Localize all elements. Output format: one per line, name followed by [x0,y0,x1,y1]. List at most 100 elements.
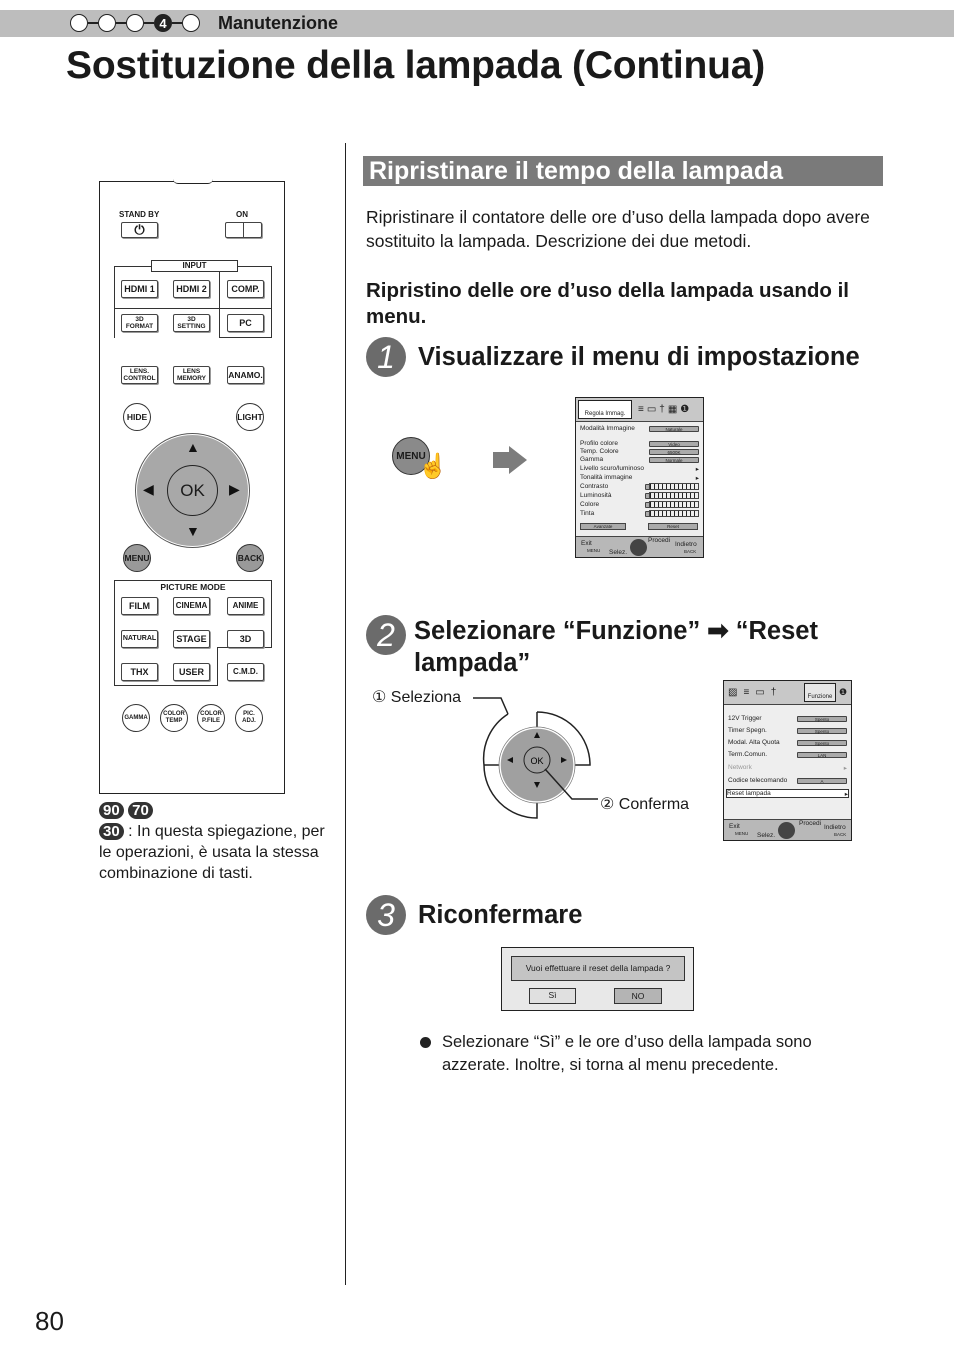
gamma-button[interactable]: GAMMA [122,704,150,732]
step-3-heading: 3 Riconfermare [366,895,582,935]
osd-row-value: LAN [797,751,847,758]
subheading: Ripristino delle ore d’uso della lampada… [366,279,849,328]
osd-reset-button[interactable]: Reset [648,523,698,530]
step-number: 2 [366,615,406,655]
osd-row-value: Video [649,440,699,447]
hdmi1-button[interactable]: HDMI 1 [121,280,158,298]
osd-footer: Exit MENU Selez. Procedi Indietro BACK [576,536,703,557]
osd-row[interactable]: Modalità Immagine Naturale [580,424,699,433]
osd-row[interactable]: Livello scuro/luminoso ▸ [580,464,699,473]
osd-advanced-button[interactable]: Avanzate [580,523,626,530]
osd-row-value: Normale [649,456,699,463]
3d-format-button[interactable]: 3D FORMAT [121,314,158,332]
osd-tab-function[interactable]: Funzione [804,683,836,702]
osd-row[interactable]: Gamma Normale [580,455,699,464]
dpad-diagram: OK [473,697,598,819]
left-arrow-icon[interactable]: ◀ [143,481,154,498]
section-heading: Ripristinare il tempo della lampada [363,156,883,186]
film-button[interactable]: FILM [121,597,158,615]
osd-row-value: Spento [797,727,847,734]
osd-slider[interactable] [649,501,699,508]
osd-row-label: Temp. Colore [580,448,619,455]
osd-tab-picture[interactable]: Regola Immag. [578,400,632,419]
step-dot [98,14,116,32]
color-pfile-button[interactable]: COLOR P.FILE [197,704,225,732]
osd-picture-adjust: Regola Immag. ≡▭†▦❶ Modalità Immagine Nat… [575,397,704,558]
3d-setting-button[interactable]: 3D SETTING [173,314,210,332]
hdmi2-button[interactable]: HDMI 2 [173,280,210,298]
anime-button[interactable]: ANIME [227,597,264,615]
cinema-button[interactable]: CINEMA [173,597,210,615]
hide-button[interactable]: HIDE [123,403,151,431]
osd-row-value: ▸ [843,764,847,772]
step-title: Riconfermare [418,901,583,929]
pc-button[interactable]: PC [227,314,264,332]
column-divider [345,143,346,1285]
confirm-dialog: Vuoi effettuare il reset della lampada ?… [501,947,694,1011]
dialog-no-button[interactable]: NO [614,988,662,1004]
cmd-button[interactable]: C.M.D. [227,663,264,681]
osd-row-label: Tinta [580,510,595,517]
stage-button[interactable]: STAGE [173,630,210,648]
osd-row-label: Profilo colore [580,440,618,447]
step-1-heading: 1 Visualizzare il menu di impostazione [366,337,860,377]
power-icon: ⏻ [134,222,145,237]
osd-row-label: Luminosità [580,492,612,499]
osd-row[interactable]: Network ▸ [728,763,847,772]
light-button[interactable]: LIGHT [236,403,264,431]
step-title: Selezionare “Funzione” ➡ “Reset lampada” [414,617,818,677]
on-button[interactable] [225,222,262,238]
osd-row[interactable]: Term.Comun. LAN [728,750,847,759]
natural-button[interactable]: NATURAL [121,630,158,648]
osd-row[interactable]: Reset lampada ▸ [726,789,849,798]
osd-row[interactable]: Tonalità immagine ▸ [580,473,699,482]
osd-slider[interactable] [649,510,699,517]
osd-row[interactable]: Timer Spegn. Spento [728,726,847,735]
user-button[interactable]: USER [173,663,210,681]
anamo-button[interactable]: ANAMO. [227,366,264,384]
right-arrow-icon[interactable]: ▶ [229,481,240,498]
down-arrow-icon[interactable]: ▼ [186,523,200,539]
step-dot [70,14,88,32]
dialog-yes-button[interactable]: Sì [529,988,576,1004]
comp-button[interactable]: COMP. [227,280,264,298]
ok-label: OK [530,756,543,766]
osd-row-label: Colore [580,501,600,508]
back-button[interactable]: BACK [236,544,264,572]
osd-row[interactable]: Modal. Alta Quota Spento [728,738,847,747]
osd-row-label: Modal. Alta Quota [728,739,780,746]
osd-row[interactable]: 12V Trigger Spento [728,714,847,723]
osd-row[interactable]: Colore0 [580,500,699,509]
color-temp-button[interactable]: COLOR TEMP [160,704,188,732]
osd-menu-icons: ▨≡▭† [728,687,783,698]
osd-function: ▨≡▭† Funzione ❶ 12V Trigger Spento Timer S… [723,680,852,841]
osd-row[interactable]: Luminosità0 [580,491,699,500]
step-indicator: 4 [70,12,200,34]
osd-row[interactable]: Tinta0 [580,509,699,518]
select-label: ① Seleziona [372,689,462,706]
osd-slider[interactable] [649,483,699,490]
step-dot [126,14,144,32]
remote-control: STAND BY ON ⏻ INPUT HDMI 1 HDMI 2 COMP. … [99,179,285,794]
lens-memory-button[interactable]: LENS MEMORY [173,366,210,384]
osd-row[interactable]: Contrasto0 [580,482,699,491]
osd-row-value: ▸ [695,465,699,473]
hand-pointer-icon: ☝ [418,453,448,480]
lens-control-button[interactable]: LENS. CONTROL [121,366,158,384]
osd-row-label: 12V Trigger [728,715,762,722]
model-badge: 70 [128,802,153,819]
osd-row-value: Naturale [649,425,699,432]
osd-row[interactable]: Codice telecomando A [728,776,847,785]
osd-row-label: Term.Comun. [728,751,768,758]
pic-adj-button[interactable]: PIC. ADJ. [235,704,263,732]
menu-button[interactable]: MENU [123,544,151,572]
ok-button[interactable]: OK [167,465,218,516]
osd-slider[interactable] [649,492,699,499]
model-note-text: : In questa spiegazione, per le operazio… [99,823,325,882]
thx-button[interactable]: THX [121,663,158,681]
osd-row-label: Codice telecomando [728,777,788,784]
3d-mode-button[interactable]: 3D [227,630,264,648]
dpad[interactable]: ▲ ▼ ◀ ▶ OK [136,434,249,547]
standby-button[interactable]: ⏻ [121,222,158,238]
up-arrow-icon[interactable]: ▲ [186,439,200,455]
